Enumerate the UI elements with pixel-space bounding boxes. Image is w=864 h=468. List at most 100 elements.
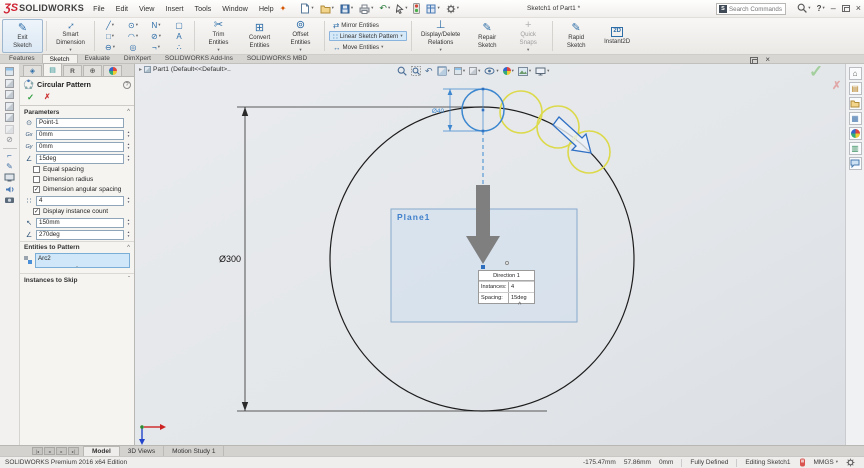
top-view-icon[interactable]: [5, 124, 14, 134]
equal-spacing-checkbox[interactable]: [33, 166, 40, 173]
home-tab-button[interactable]: ⌂: [848, 67, 862, 80]
exit-sketch-button[interactable]: ✎ Exit Sketch: [2, 19, 43, 53]
menu-tools[interactable]: Tools: [194, 4, 211, 13]
point-tool-button[interactable]: ∴: [168, 42, 190, 53]
forum-button[interactable]: [848, 157, 862, 170]
ellipse-tool-button[interactable]: ⊘ ▾: [145, 31, 167, 42]
linear-sketch-pattern-button[interactable]: ∷ Linear Sketch Pattern ▾: [329, 31, 407, 41]
camera-icon[interactable]: [4, 196, 15, 204]
first-tab-button[interactable]: |◂: [32, 447, 43, 455]
menu-edit[interactable]: Edit: [116, 4, 128, 13]
restore-button[interactable]: [841, 4, 850, 12]
flyout-expand-icon[interactable]: ▸: [139, 66, 142, 73]
sketch-tool-icon[interactable]: ✎: [6, 162, 13, 171]
tab-evaluate[interactable]: Evaluate: [78, 54, 117, 63]
arc-tool-button[interactable]: ◠ ▾: [122, 31, 144, 42]
print-button[interactable]: ▾: [359, 4, 373, 14]
fillet-tool-button[interactable]: ¬ ▾: [145, 42, 167, 53]
center-x-stepper[interactable]: ▴ ▾: [126, 130, 131, 138]
view-settings-button[interactable]: ▾: [535, 67, 549, 76]
appearances-button[interactable]: [848, 127, 862, 140]
search-commands-box[interactable]: S: [716, 3, 786, 15]
center-x-field[interactable]: [36, 129, 124, 140]
previous-tab-button[interactable]: ◂: [44, 447, 55, 455]
undo-button[interactable]: ↶ ▾: [379, 4, 390, 13]
tab-sketch[interactable]: Sketch: [41, 54, 78, 63]
instant2d-button[interactable]: 2D Instant2D: [597, 19, 638, 53]
menu-insert[interactable]: Insert: [166, 4, 184, 13]
tab-dimxpert[interactable]: DimXpert: [117, 54, 158, 63]
rapid-sketch-button[interactable]: ✎ Rapid Sketch: [556, 19, 597, 53]
display-manager-tab[interactable]: [103, 65, 122, 76]
monitor-icon[interactable]: [4, 173, 15, 182]
status-gear-icon[interactable]: [846, 458, 855, 467]
document-restore-button[interactable]: [750, 56, 759, 64]
3d-views-tab[interactable]: 3D Views: [120, 446, 165, 456]
edit-appearance-button[interactable]: ▾: [502, 67, 514, 75]
isometric-view-icon[interactable]: [5, 67, 14, 76]
selected-arc[interactable]: [461, 87, 505, 133]
menu-view[interactable]: View: [139, 4, 154, 13]
callout-instances-value[interactable]: 4: [509, 282, 534, 292]
front-view-icon[interactable]: [5, 78, 14, 88]
view-orientation-button[interactable]: ▾: [453, 67, 465, 75]
unit-system-selector[interactable]: MMGS ▾: [814, 459, 839, 466]
configuration-manager-tab[interactable]: R: [63, 65, 82, 76]
graphics-area[interactable]: ▸ Part1 (Default<<Default>.. ↶ ▾ ▾ ▾ ▾ ▾…: [135, 64, 845, 445]
back-view-icon[interactable]: [5, 90, 14, 99]
repair-sketch-button[interactable]: ✎ Repair Sketch: [467, 19, 508, 53]
instance-count-stepper[interactable]: ▴ ▾: [126, 196, 131, 204]
spacing-angle-field[interactable]: [36, 153, 124, 164]
pm-cancel-button[interactable]: ✗: [44, 92, 50, 103]
help-button[interactable]: ? ▾: [817, 4, 825, 13]
pm-help-icon[interactable]: ?: [123, 80, 131, 89]
select-button[interactable]: ▾: [396, 3, 407, 14]
direction-callout[interactable]: Direction 1 Instances: 4 Spacing: 15deg: [478, 270, 535, 304]
entities-section-header[interactable]: Entities to Pattern ^: [20, 240, 134, 253]
center-y-stepper[interactable]: ▴ ▾: [126, 142, 131, 150]
arc-angle-stepper[interactable]: ▴ ▾: [126, 230, 131, 238]
menu-window[interactable]: Window: [222, 4, 248, 13]
save-button[interactable]: ▾: [340, 4, 353, 14]
sketch-picture-button[interactable]: ▢: [168, 20, 190, 31]
tab-features[interactable]: Features: [2, 54, 42, 63]
convert-entities-button[interactable]: ⊞ Convert Entities: [239, 19, 280, 53]
right-view-icon[interactable]: [5, 113, 14, 122]
dimension-radius-checkbox[interactable]: [33, 176, 40, 183]
dimxpert-manager-tab[interactable]: ⊕: [83, 65, 102, 76]
search-submit-button[interactable]: ▾: [797, 3, 811, 13]
display-delete-relations-button[interactable]: ⊥ Display/Delete Relations ▾: [415, 19, 467, 53]
pm-ok-button[interactable]: ✓: [27, 92, 34, 103]
polygon-tool-button[interactable]: ◎: [122, 42, 144, 53]
feature-manager-tab[interactable]: ◈: [23, 65, 42, 76]
model-tab[interactable]: Model: [83, 446, 120, 456]
feature-tree-flyout[interactable]: ▸ Part1 (Default<<Default>..: [139, 66, 231, 73]
left-view-icon[interactable]: [5, 101, 14, 111]
flyout-part-label[interactable]: Part1 (Default<<Default>..: [153, 66, 231, 73]
close-button[interactable]: ×: [856, 3, 861, 13]
callout-drag-handle-icon[interactable]: [505, 261, 509, 265]
callout-anchor-point[interactable]: [481, 265, 485, 269]
parameters-section-header[interactable]: Parameters ^: [20, 106, 134, 117]
pin-menu-icon[interactable]: ✦: [280, 4, 287, 13]
last-tab-button[interactable]: ▸|: [68, 447, 79, 455]
tab-solidworks-mbd[interactable]: SOLIDWORKS MBD: [240, 54, 314, 63]
design-library-button[interactable]: ▤: [848, 82, 862, 95]
sketch-canvas[interactable]: Ø300 Plane1 Ø40: [135, 64, 845, 445]
open-button[interactable]: ▾: [320, 4, 334, 14]
spacing-angle-stepper[interactable]: ▴ ▾: [126, 154, 131, 162]
mirror-entities-button[interactable]: ⇄ Mirror Entities: [329, 20, 407, 30]
options-button[interactable]: ▾: [426, 4, 440, 14]
center-y-field[interactable]: [36, 141, 124, 152]
corner-view-icon[interactable]: ⌐: [7, 152, 12, 160]
rebuild-button[interactable]: [413, 3, 421, 14]
confirm-ok-button[interactable]: ✓: [809, 64, 823, 82]
arc-angle-field[interactable]: [36, 229, 124, 240]
skip-section-header[interactable]: Instances to Skip ˇ: [20, 273, 134, 285]
slot-tool-button[interactable]: ⊖ ▾: [99, 42, 121, 53]
speaker-icon[interactable]: [5, 185, 15, 194]
custom-properties-button[interactable]: ▥: [848, 142, 862, 155]
trim-entities-button[interactable]: ✂ Trim Entities ▾: [198, 19, 239, 53]
pattern-point-field[interactable]: [36, 117, 124, 128]
next-tab-button[interactable]: ▸: [56, 447, 67, 455]
